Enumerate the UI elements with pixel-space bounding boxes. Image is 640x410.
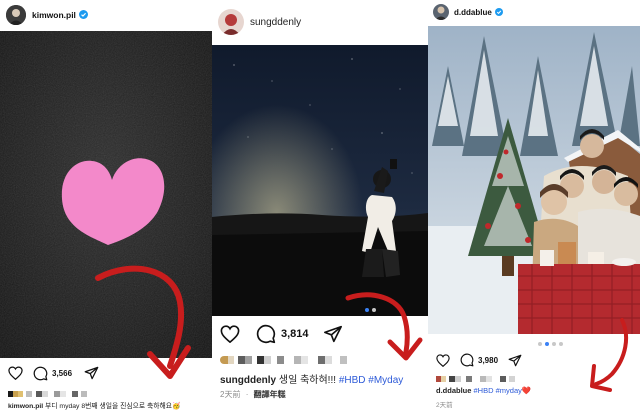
hashtag[interactable]: #HBD (339, 375, 366, 386)
caption-username[interactable]: sungddenly (220, 375, 276, 386)
heart-icon[interactable] (220, 325, 240, 343)
post-photo-night-sky[interactable] (212, 45, 428, 316)
time-ago: 2天前 (220, 390, 241, 399)
heart-icon[interactable] (8, 366, 23, 380)
heart-icon[interactable] (436, 353, 450, 367)
post-kimwonpil: kimwon.pil 3,566 kimwon.pil 부디 myday 8번째… (0, 0, 212, 410)
comment-count: 3,566 (52, 368, 73, 378)
avatar[interactable] (6, 5, 26, 25)
post-caption: d.ddablue #HBD #myday❤️ (428, 386, 640, 395)
caption-text: 부디 myday 8번째 생일을 진심으로 축하해요 (45, 403, 173, 410)
post-actions: 3,980 (436, 352, 522, 368)
username[interactable]: sungddenly (250, 17, 301, 28)
post-photo-christmas-group[interactable] (428, 26, 640, 334)
username[interactable]: d.ddablue (454, 8, 492, 17)
username[interactable]: kimwon.pil (32, 10, 76, 20)
post-header: kimwon.pil (0, 0, 212, 30)
share-icon[interactable] (508, 354, 522, 367)
time-ago: 2天前 (436, 402, 453, 409)
share-icon[interactable] (84, 366, 99, 380)
caption-username[interactable]: kimwon.pil (8, 403, 43, 410)
post-header: sungddenly (212, 0, 428, 44)
hashtag[interactable]: #myday (496, 386, 522, 395)
post-caption: sungddenly 생일 축하혀!!! #HBD #Myday (212, 371, 428, 386)
comment-icon[interactable] (33, 366, 48, 381)
hashtag[interactable]: #HBD (474, 386, 494, 395)
comment-icon[interactable] (256, 324, 276, 344)
comment-icon[interactable] (460, 353, 474, 367)
avatar[interactable] (218, 9, 244, 35)
caption-username[interactable]: d.ddablue (436, 386, 471, 395)
comment-count: 3,980 (478, 355, 499, 365)
comment-count: 3,814 (281, 328, 309, 340)
post-header: d.ddablue (428, 0, 640, 24)
verified-icon (494, 3, 503, 21)
share-icon[interactable] (323, 325, 343, 343)
hashtag[interactable]: #Myday (368, 375, 403, 386)
post-actions: 3,566 (8, 365, 99, 381)
post-actions: 3,814 (220, 324, 343, 344)
post-sungddenly: sungddenly 3,814 sungddenly 생일 축하혀!!! #H… (212, 0, 428, 410)
liked-by-blurred (8, 390, 87, 397)
avatar[interactable] (433, 4, 449, 20)
translate-link[interactable]: 翻譯年糕 (254, 390, 286, 399)
verified-icon (78, 6, 88, 24)
post-ddablue: d.ddablue 3,980 d.ddablue #HBD #myday❤️ … (428, 0, 640, 410)
liked-by-blurred (220, 355, 347, 364)
post-meta: 2天前 · 翻譯年糕 (220, 390, 286, 399)
caption-emoji: ❤️ (521, 386, 532, 395)
post-caption: kimwon.pil 부디 myday 8번째 생일을 진심으로 축하해요🥳 (0, 400, 212, 410)
carousel-indicator (538, 342, 563, 346)
liked-by-blurred (436, 375, 515, 382)
caption-text: 생일 축하혀!!! (278, 375, 337, 386)
carousel-indicator (365, 308, 376, 312)
post-photo-pink-heart[interactable] (0, 31, 212, 358)
caption-emoji: 🥳 (172, 403, 181, 410)
